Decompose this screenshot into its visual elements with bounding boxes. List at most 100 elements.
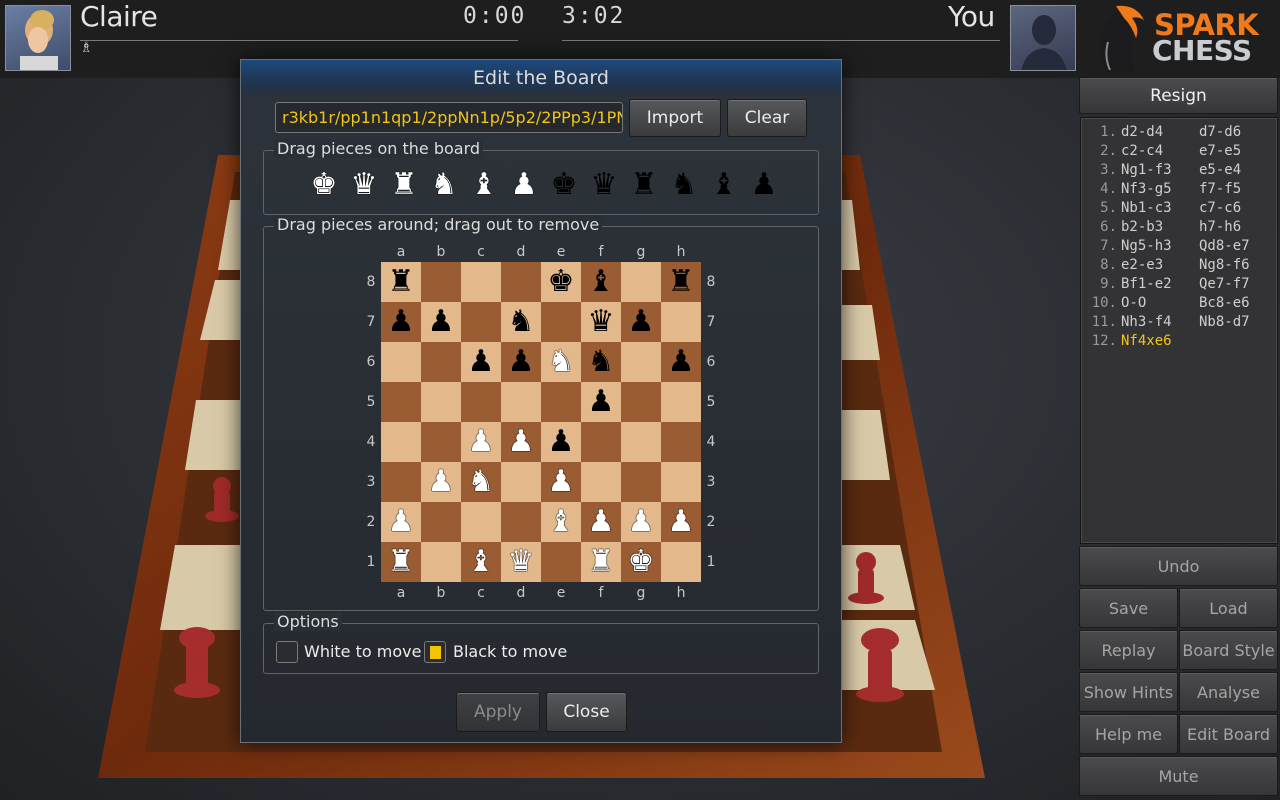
square-a5[interactable]	[381, 382, 421, 422]
square-c3[interactable]: ♞	[461, 462, 501, 502]
square-h6[interactable]: ♟	[661, 342, 701, 382]
square-a8[interactable]: ♜	[381, 262, 421, 302]
dialog-title[interactable]: Edit the Board	[241, 60, 841, 94]
square-d7[interactable]: ♞	[501, 302, 541, 342]
save-button[interactable]: Save	[1079, 588, 1178, 628]
white-bishop-icon[interactable]: ♝	[468, 547, 495, 577]
square-h4[interactable]	[661, 422, 701, 462]
white-king-icon[interactable]: ♚	[628, 547, 655, 577]
square-g2[interactable]: ♟	[621, 502, 661, 542]
move-row[interactable]: 6. b2-b3 h7-h6	[1081, 218, 1277, 237]
white-knight-icon[interactable]: ♞	[548, 347, 575, 377]
palette-black-knight-icon[interactable]: ♞	[664, 165, 704, 205]
square-g4[interactable]	[621, 422, 661, 462]
square-d4[interactable]: ♟	[501, 422, 541, 462]
help-me-button[interactable]: Help me	[1079, 714, 1178, 754]
square-c1[interactable]: ♝	[461, 542, 501, 582]
white-pawn-icon[interactable]: ♟	[508, 427, 535, 457]
palette-white-king-icon[interactable]: ♚	[304, 165, 344, 205]
square-d6[interactable]: ♟	[501, 342, 541, 382]
square-g5[interactable]	[621, 382, 661, 422]
black-king-icon[interactable]: ♚	[548, 267, 575, 297]
square-c7[interactable]	[461, 302, 501, 342]
square-e2[interactable]: ♝	[541, 502, 581, 542]
black-queen-icon[interactable]: ♛	[588, 307, 615, 337]
black-to-move-label[interactable]: Black to move	[453, 642, 567, 661]
white-pawn-icon[interactable]: ♟	[468, 427, 495, 457]
square-e1[interactable]	[541, 542, 581, 582]
black-bishop-icon[interactable]: ♝	[588, 267, 615, 297]
square-d8[interactable]	[501, 262, 541, 302]
square-h5[interactable]	[661, 382, 701, 422]
square-g6[interactable]	[621, 342, 661, 382]
square-a3[interactable]	[381, 462, 421, 502]
black-pawn-icon[interactable]: ♟	[388, 307, 415, 337]
square-c5[interactable]	[461, 382, 501, 422]
white-rook-icon[interactable]: ♜	[588, 547, 615, 577]
square-h8[interactable]: ♜	[661, 262, 701, 302]
palette-black-king-icon[interactable]: ♚	[544, 165, 584, 205]
white-to-move-checkbox[interactable]	[276, 641, 298, 663]
square-f6[interactable]: ♞	[581, 342, 621, 382]
square-f2[interactable]: ♟	[581, 502, 621, 542]
square-a1[interactable]: ♜	[381, 542, 421, 582]
black-rook-icon[interactable]: ♜	[388, 267, 415, 297]
load-button[interactable]: Load	[1179, 588, 1278, 628]
apply-button[interactable]: Apply	[456, 692, 540, 732]
square-b2[interactable]	[421, 502, 461, 542]
white-queen-icon[interactable]: ♛	[508, 547, 535, 577]
black-knight-icon[interactable]: ♞	[588, 347, 615, 377]
black-pawn-icon[interactable]: ♟	[668, 347, 695, 377]
square-a4[interactable]	[381, 422, 421, 462]
white-pawn-icon[interactable]: ♟	[588, 507, 615, 537]
square-e3[interactable]: ♟	[541, 462, 581, 502]
analyse-button[interactable]: Analyse	[1179, 672, 1278, 712]
square-f8[interactable]: ♝	[581, 262, 621, 302]
black-knight-icon[interactable]: ♞	[508, 307, 535, 337]
square-h2[interactable]: ♟	[661, 502, 701, 542]
show-hints-button[interactable]: Show Hints	[1079, 672, 1178, 712]
white-pawn-icon[interactable]: ♟	[388, 507, 415, 537]
white-pawn-icon[interactable]: ♟	[428, 467, 455, 497]
move-row[interactable]: 11. Nh3-f4 Nb8-d7	[1081, 313, 1277, 332]
square-f7[interactable]: ♛	[581, 302, 621, 342]
square-g7[interactable]: ♟	[621, 302, 661, 342]
black-pawn-icon[interactable]: ♟	[628, 307, 655, 337]
board-style-button[interactable]: Board Style	[1179, 630, 1278, 670]
black-to-move-checkbox[interactable]	[424, 641, 446, 663]
square-g3[interactable]	[621, 462, 661, 502]
palette-white-knight-icon[interactable]: ♞	[424, 165, 464, 205]
square-b1[interactable]	[421, 542, 461, 582]
palette-black-pawn-icon[interactable]: ♟	[744, 165, 784, 205]
palette-black-bishop-icon[interactable]: ♝	[704, 165, 744, 205]
palette-white-pawn-icon[interactable]: ♟	[504, 165, 544, 205]
palette-white-queen-icon[interactable]: ♛	[344, 165, 384, 205]
move-row[interactable]: 9. Bf1-e2 Qe7-f7	[1081, 275, 1277, 294]
clear-button[interactable]: Clear	[727, 99, 807, 137]
square-b6[interactable]	[421, 342, 461, 382]
square-a7[interactable]: ♟	[381, 302, 421, 342]
square-c4[interactable]: ♟	[461, 422, 501, 462]
square-c8[interactable]	[461, 262, 501, 302]
square-d2[interactable]	[501, 502, 541, 542]
white-pawn-icon[interactable]: ♟	[548, 467, 575, 497]
palette-black-queen-icon[interactable]: ♛	[584, 165, 624, 205]
black-pawn-icon[interactable]: ♟	[508, 347, 535, 377]
move-row[interactable]: 12. Nf4xe6	[1081, 332, 1277, 351]
black-pawn-icon[interactable]: ♟	[588, 387, 615, 417]
square-h1[interactable]	[661, 542, 701, 582]
square-f3[interactable]	[581, 462, 621, 502]
palette-black-rook-icon[interactable]: ♜	[624, 165, 664, 205]
replay-button[interactable]: Replay	[1079, 630, 1178, 670]
move-row[interactable]: 10. O-O Bc8-e6	[1081, 294, 1277, 313]
square-c6[interactable]: ♟	[461, 342, 501, 382]
white-bishop-icon[interactable]: ♝	[548, 507, 575, 537]
black-pawn-icon[interactable]: ♟	[468, 347, 495, 377]
mute-button[interactable]: Mute	[1079, 756, 1278, 796]
resign-button[interactable]: Resign	[1079, 77, 1278, 114]
undo-button[interactable]: Undo	[1079, 546, 1278, 586]
square-f4[interactable]	[581, 422, 621, 462]
square-b7[interactable]: ♟	[421, 302, 461, 342]
square-c2[interactable]	[461, 502, 501, 542]
white-knight-icon[interactable]: ♞	[468, 467, 495, 497]
